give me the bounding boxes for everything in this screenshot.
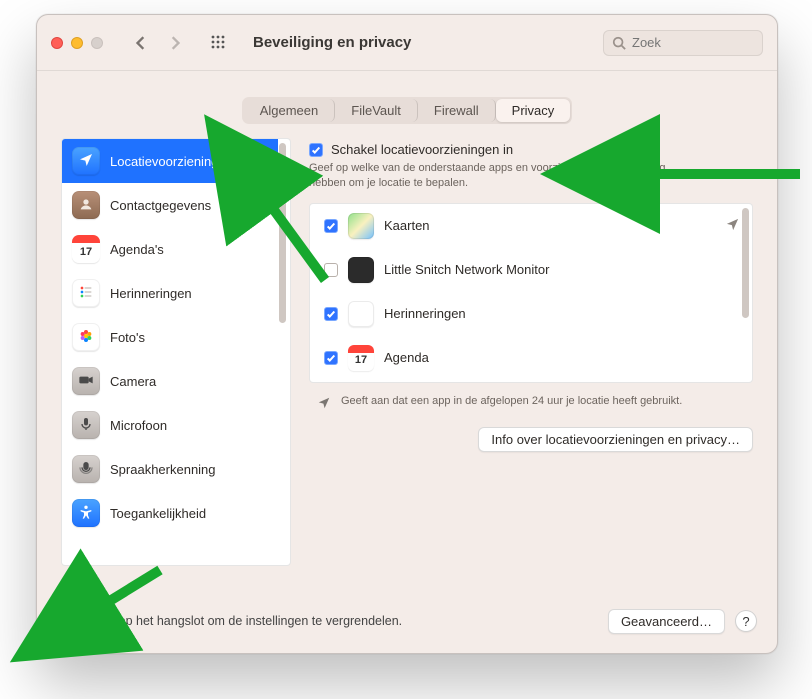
- speech-icon: [78, 460, 94, 479]
- sidebar-item-contacts[interactable]: Contactgegevens: [62, 183, 278, 227]
- tab-algemeen[interactable]: Algemeen: [244, 99, 336, 122]
- microphone-icon: [78, 416, 94, 435]
- sidebar-item-camera[interactable]: Camera: [62, 359, 278, 403]
- sidebar-item-speech[interactable]: Spraakherkenning: [62, 447, 278, 491]
- sidebar-item-label: Camera: [110, 374, 156, 389]
- app-row-littlesnitch[interactable]: Little Snitch Network Monitor: [310, 248, 752, 292]
- location-info-button[interactable]: Info over locatievoorzieningen en privac…: [478, 427, 753, 452]
- sidebar-item-label: Agenda's: [110, 242, 164, 257]
- app-label: Kaarten: [384, 218, 430, 233]
- photos-icon: [78, 328, 94, 347]
- sidebar-item-label: Spraakherkenning: [110, 462, 216, 477]
- forward-button[interactable]: [161, 31, 189, 55]
- calendar-icon: 17: [355, 355, 367, 366]
- location-arrow-icon: [317, 396, 331, 413]
- window-controls: [51, 37, 103, 49]
- lock-hint-text: Klik op het hangslot om de instellingen …: [95, 614, 402, 628]
- app-checkbox[interactable]: [324, 351, 338, 365]
- app-checkbox[interactable]: [324, 219, 338, 233]
- camera-icon: [78, 372, 94, 391]
- contacts-icon: [78, 196, 94, 215]
- tab-bar: Algemeen FileVault Firewall Privacy: [37, 71, 777, 124]
- recent-location-icon: [725, 217, 740, 235]
- search-input[interactable]: [632, 35, 754, 50]
- app-checkbox[interactable]: [324, 307, 338, 321]
- sidebar-item-microphone[interactable]: Microfoon: [62, 403, 278, 447]
- sidebar-item-label: Foto's: [110, 330, 145, 345]
- back-button[interactable]: [127, 31, 155, 55]
- minimize-window-button[interactable]: [71, 37, 83, 49]
- location-description: Geef op welke van de onderstaande apps e…: [309, 161, 689, 191]
- search-field[interactable]: [603, 30, 763, 56]
- calendar-icon: 17: [80, 247, 92, 258]
- titlebar: Beveiliging en privacy: [37, 15, 777, 71]
- tab-filevault[interactable]: FileVault: [335, 99, 418, 122]
- sidebar-item-location[interactable]: Locatievoorzieningen: [62, 139, 278, 183]
- help-button[interactable]: ?: [735, 610, 757, 632]
- sidebar-item-calendars[interactable]: 17 Agenda's: [62, 227, 278, 271]
- sidebar-item-label: Herinneringen: [110, 286, 192, 301]
- app-row-kaarten[interactable]: Kaarten: [310, 204, 752, 248]
- sidebar-item-photos[interactable]: Foto's: [62, 315, 278, 359]
- app-label: Herinneringen: [384, 306, 466, 321]
- app-row-herinneringen[interactable]: Herinneringen: [310, 292, 752, 336]
- sidebar-item-label: Locatievoorzieningen: [110, 154, 233, 169]
- app-permission-list[interactable]: Kaarten Little Snitch Network Monitor He…: [309, 203, 753, 383]
- enable-location-label: Schakel locatievoorzieningen in: [331, 142, 513, 157]
- app-row-agenda[interactable]: 17 Agenda: [310, 336, 752, 380]
- privacy-category-list[interactable]: Locatievoorzieningen Contactgegevens 17 …: [61, 138, 291, 566]
- sidebar-item-label: Toegankelijkheid: [110, 506, 206, 521]
- tab-privacy[interactable]: Privacy: [496, 99, 571, 122]
- reminders-icon: [78, 284, 94, 303]
- page-title: Beveiliging en privacy: [253, 34, 411, 51]
- sidebar-item-label: Contactgegevens: [110, 198, 211, 213]
- close-window-button[interactable]: [51, 37, 63, 49]
- tab-firewall[interactable]: Firewall: [418, 99, 496, 122]
- app-row-more[interactable]: [310, 380, 752, 383]
- legend-text: Geeft aan dat een app in de afgelopen 24…: [341, 395, 682, 407]
- sidebar-item-accessibility[interactable]: Toegankelijkheid: [62, 491, 278, 535]
- app-label: Little Snitch Network Monitor: [384, 262, 549, 277]
- applist-scrollbar[interactable]: [742, 208, 749, 318]
- sidebar-item-label: Microfoon: [110, 418, 167, 433]
- app-checkbox[interactable]: [324, 263, 338, 277]
- lock-button[interactable]: [57, 607, 85, 635]
- location-icon: [78, 152, 94, 171]
- preferences-window: Beveiliging en privacy Algemeen FileVaul…: [36, 14, 778, 654]
- zoom-window-button[interactable]: [91, 37, 103, 49]
- app-label: Agenda: [384, 350, 429, 365]
- accessibility-icon: [78, 504, 94, 523]
- advanced-button[interactable]: Geavanceerd…: [608, 609, 725, 634]
- sidebar-scrollbar[interactable]: [278, 141, 288, 563]
- show-all-button[interactable]: [205, 31, 233, 55]
- enable-location-checkbox[interactable]: [309, 143, 323, 157]
- sidebar-item-reminders[interactable]: Herinneringen: [62, 271, 278, 315]
